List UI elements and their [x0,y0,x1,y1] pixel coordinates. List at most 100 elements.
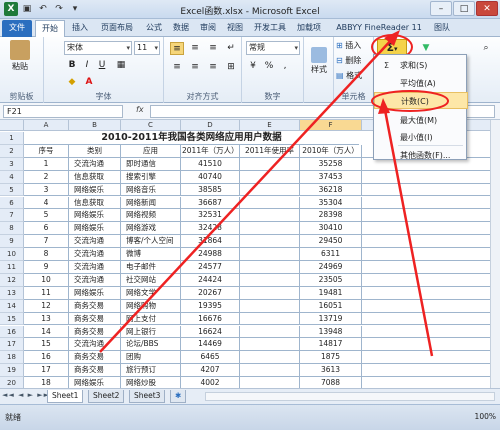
tab-review[interactable]: 审阅 [195,20,221,37]
row-header[interactable]: 1 [0,132,24,145]
table-cell[interactable]: 微博 [121,248,181,261]
format-button[interactable]: ▤ 格式 [336,69,362,83]
table-cell[interactable]: 网上支付 [121,312,181,326]
row-header[interactable]: 19 [0,364,24,378]
table-cell[interactable] [240,286,300,300]
table-cell[interactable] [240,351,300,365]
tab-page-layout[interactable]: 页面布局 [95,20,139,37]
table-cell[interactable]: 24988 [181,248,240,261]
table-cell[interactable] [240,235,300,249]
align-bottom-icon[interactable]: ≡ [206,42,220,55]
row-header[interactable]: 9 [0,235,24,249]
table-cell[interactable]: 11 [24,286,69,300]
table-cell[interactable]: 30410 [300,222,362,236]
tab-team[interactable]: 图队 [431,20,453,37]
sheet-nav-icon[interactable]: ◄◄ ◄ ► ►► [2,391,50,399]
sheet-tab-3[interactable]: Sheet3 [129,390,166,403]
table-cell[interactable]: 网络游戏 [121,222,181,236]
tab-data[interactable]: 数据 [168,20,194,37]
tab-formulas[interactable]: 公式 [141,20,167,37]
menu-item-1[interactable]: 平均值(A) [374,75,468,92]
table-cell[interactable]: 网络新闻 [121,196,181,210]
align-right-icon[interactable]: ≡ [206,61,220,74]
row-header[interactable]: 12 [0,273,24,287]
align-center-icon[interactable]: ≡ [188,61,202,74]
row-header[interactable]: 13 [0,286,24,300]
tab-view[interactable]: 视图 [222,20,248,37]
table-cell[interactable]: 电子邮件 [121,261,181,274]
table-cell[interactable]: 搜索引擎 [121,170,181,184]
table-cell[interactable]: 35304 [300,196,362,210]
select-all-corner[interactable] [0,120,24,131]
table-cell[interactable]: 7088 [300,377,362,388]
font-color-icon[interactable]: A [82,76,96,89]
zoom-level[interactable]: 100% [475,412,496,421]
maximize-button[interactable]: □ [453,1,475,16]
table-cell[interactable] [362,196,500,210]
table-cell[interactable]: 14 [24,325,69,339]
table-cell[interactable]: 15 [24,338,69,352]
row-header[interactable]: 2 [0,144,24,158]
table-cell[interactable]: 3613 [300,364,362,378]
menu-item-5[interactable]: 其他函数(F)... [374,147,468,164]
table-cell[interactable]: 社交网站 [121,273,181,287]
table-cell[interactable] [362,351,500,365]
column-header-f[interactable]: F [300,120,362,131]
column-header-cell[interactable]: 应用 [121,144,181,158]
table-cell[interactable] [362,222,500,236]
sheet-title[interactable]: 2010-2011年我国各类网络应用用户数据 [24,132,359,145]
menu-item-0[interactable]: Σ 求和(S) [374,57,468,74]
row-header[interactable]: 11 [0,261,24,274]
column-header-cell[interactable]: 类别 [69,144,121,158]
column-header-cell[interactable]: 序号 [24,144,69,158]
menu-item-2[interactable]: 计数(C) [374,92,468,109]
table-cell[interactable]: 商务交易 [69,312,121,326]
table-cell[interactable]: 14469 [181,338,240,352]
table-cell[interactable] [240,183,300,197]
row-header[interactable]: 7 [0,209,24,223]
table-cell[interactable]: 信息获取 [69,170,121,184]
table-cell[interactable] [362,312,500,326]
table-cell[interactable] [362,338,500,352]
align-left-icon[interactable]: ≡ [170,61,184,74]
row-header[interactable]: 15 [0,312,24,326]
table-cell[interactable]: 29450 [300,235,362,249]
table-cell[interactable]: 28398 [300,209,362,223]
menu-item-4[interactable]: 最小值(I) [374,129,468,146]
table-cell[interactable] [240,261,300,274]
borders-icon[interactable]: ▦ [114,59,128,72]
row-header[interactable]: 3 [0,157,24,171]
column-header-cell[interactable]: 2010年（万人） [300,144,362,158]
table-cell[interactable]: 网上银行 [121,325,181,339]
table-cell[interactable]: 交流沟通 [69,338,121,352]
table-cell[interactable] [362,248,500,261]
table-cell[interactable]: 网络娱乐 [69,286,121,300]
close-button[interactable]: ✕ [476,1,498,16]
table-cell[interactable] [362,299,500,313]
table-cell[interactable]: 6 [24,222,69,236]
row-header[interactable]: 10 [0,248,24,261]
table-cell[interactable]: 37453 [300,170,362,184]
table-cell[interactable]: 7 [24,235,69,249]
currency-icon[interactable]: ¥ [246,60,260,73]
table-cell[interactable]: 8 [24,248,69,261]
row-header[interactable]: 4 [0,170,24,184]
table-cell[interactable]: 20267 [181,286,240,300]
row-header[interactable]: 20 [0,377,24,388]
tab-abbyy[interactable]: ABBYY FineReader 11 [329,20,429,37]
table-cell[interactable]: 36687 [181,196,240,210]
table-cell[interactable]: 16051 [300,299,362,313]
table-cell[interactable]: 9 [24,261,69,274]
table-cell[interactable]: 交流沟通 [69,235,121,249]
table-cell[interactable]: 博客/个人空间 [121,235,181,249]
table-cell[interactable]: 24424 [181,273,240,287]
bold-button[interactable]: B [65,59,79,72]
table-cell[interactable]: 3 [24,183,69,197]
table-cell[interactable] [362,261,500,274]
table-cell[interactable]: 17 [24,364,69,378]
tab-insert[interactable]: 插入 [67,20,93,37]
table-cell[interactable] [362,325,500,339]
table-cell[interactable]: 38585 [181,183,240,197]
table-cell[interactable] [240,170,300,184]
table-cell[interactable]: 商务交易 [69,351,121,365]
